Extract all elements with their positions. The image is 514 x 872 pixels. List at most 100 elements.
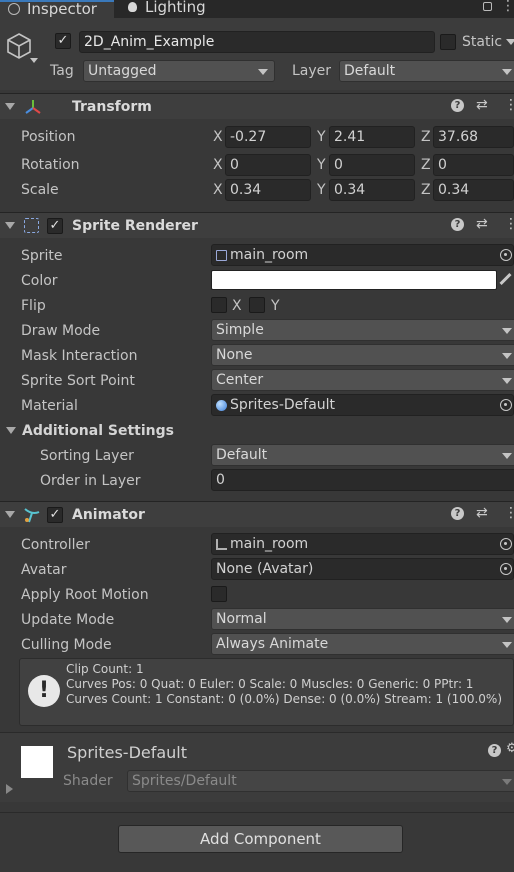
- settings-icon[interactable]: ⚙: [506, 742, 514, 755]
- sprite-sort-point-dropdown[interactable]: Center: [211, 369, 514, 391]
- context-menu-icon[interactable]: ⋮: [504, 98, 514, 112]
- rotation-y-field[interactable]: 0: [329, 154, 415, 176]
- presets-icon[interactable]: ⇄: [476, 217, 488, 231]
- sprite-asset-icon: [216, 250, 227, 261]
- additional-settings-label[interactable]: Additional Settings: [22, 424, 174, 438]
- context-menu-icon[interactable]: ⋮: [504, 217, 514, 231]
- culling-mode-value: Always Animate: [216, 636, 329, 652]
- transform-header[interactable]: Transform ? ⇄ ⋮: [0, 93, 514, 119]
- context-menu-icon[interactable]: ⋮: [504, 506, 514, 520]
- avatar-label: Avatar: [21, 562, 67, 578]
- object-picker-icon[interactable]: [500, 249, 512, 261]
- layer-dropdown[interactable]: Default: [339, 60, 514, 82]
- foldout-right-icon[interactable]: [6, 784, 13, 794]
- color-label: Color: [21, 273, 58, 289]
- chevron-down-icon: [502, 328, 512, 334]
- chevron-down-icon: [502, 617, 512, 623]
- material-object-field[interactable]: Sprites-Default: [211, 394, 514, 416]
- gameobject-cube-icon: [7, 33, 31, 59]
- transform-icon: [25, 100, 41, 114]
- chevron-down-icon: [502, 353, 512, 359]
- culling-mode-dropdown[interactable]: Always Animate: [211, 633, 514, 655]
- help-icon[interactable]: ?: [451, 218, 464, 231]
- draw-mode-dropdown[interactable]: Simple: [211, 319, 514, 341]
- lock-icon[interactable]: [483, 2, 492, 11]
- order-in-layer-field[interactable]: 0: [211, 469, 514, 491]
- rotation-z-field[interactable]: 0: [433, 154, 514, 176]
- eyedropper-icon[interactable]: [499, 272, 512, 286]
- sprite-value: main_room: [230, 247, 309, 263]
- rotation-x-field[interactable]: 0: [225, 154, 311, 176]
- scale-y-field[interactable]: 0.34: [329, 179, 415, 201]
- foldout-arrow-icon[interactable]: [5, 103, 15, 110]
- icon-dropdown-arrow[interactable]: [30, 58, 38, 63]
- draw-mode-value: Simple: [216, 322, 264, 338]
- sorting-layer-dropdown[interactable]: Default: [211, 444, 514, 466]
- shader-dropdown[interactable]: Sprites/Default: [127, 770, 514, 792]
- presets-icon[interactable]: ⇄: [476, 506, 488, 520]
- material-label: Material: [21, 398, 78, 414]
- update-mode-label: Update Mode: [21, 612, 115, 628]
- animator-info-box: ! Clip Count: 1 Curves Pos: 0 Quat: 0 Eu…: [19, 658, 514, 726]
- static-dropdown-arrow[interactable]: [506, 39, 514, 45]
- scale-x-field[interactable]: 0.34: [225, 179, 311, 201]
- tab-lighting[interactable]: Lighting: [118, 0, 218, 18]
- apply-root-motion-checkbox[interactable]: [211, 586, 227, 602]
- gameobject-header: ✓ 2D_Anim_Example Static Tag Untagged La…: [0, 18, 514, 90]
- mask-interaction-dropdown[interactable]: None: [211, 344, 514, 366]
- bulb-icon: [128, 2, 137, 12]
- additional-settings-foldout-icon[interactable]: [6, 427, 16, 434]
- draw-mode-label: Draw Mode: [21, 323, 101, 339]
- flip-y-label: Y: [271, 298, 280, 314]
- color-swatch[interactable]: [211, 270, 497, 290]
- object-picker-icon[interactable]: [500, 399, 512, 411]
- sorting-layer-value: Default: [216, 447, 268, 463]
- object-picker-icon[interactable]: [500, 563, 512, 575]
- material-preview-name: Sprites-Default: [67, 743, 188, 762]
- position-x-field[interactable]: -0.27: [225, 126, 311, 148]
- add-component-label: Add Component: [200, 830, 321, 848]
- position-z-field[interactable]: 37.68: [433, 126, 514, 148]
- tab-bar: Inspector Lighting ⋮: [0, 0, 514, 18]
- help-icon[interactable]: ?: [451, 99, 464, 112]
- update-mode-dropdown[interactable]: Normal: [211, 608, 514, 630]
- foldout-arrow-icon[interactable]: [5, 511, 15, 518]
- animator-enabled-checkbox[interactable]: ✓: [47, 507, 63, 523]
- layer-value: Default: [344, 63, 396, 79]
- flip-x-label: X: [232, 298, 242, 314]
- rotation-label: Rotation: [21, 157, 80, 173]
- object-picker-icon[interactable]: [500, 538, 512, 550]
- tag-dropdown[interactable]: Untagged: [83, 60, 275, 82]
- chevron-down-icon: [502, 378, 512, 384]
- avatar-value: None (Avatar): [216, 561, 314, 577]
- chevron-down-icon: [502, 779, 512, 785]
- controller-label: Controller: [21, 537, 90, 553]
- object-name-field[interactable]: 2D_Anim_Example: [79, 31, 435, 53]
- presets-icon[interactable]: ⇄: [476, 98, 488, 112]
- position-y-field[interactable]: 2.41: [329, 126, 415, 148]
- tab-inspector[interactable]: Inspector: [0, 0, 114, 18]
- flip-label: Flip: [21, 298, 46, 314]
- tab-lighting-label: Lighting: [145, 0, 206, 16]
- sprite-object-field[interactable]: main_room: [211, 244, 514, 266]
- sprite-renderer-header[interactable]: ✓ Sprite Renderer ? ⇄ ⋮: [0, 212, 514, 238]
- add-component-button[interactable]: Add Component: [118, 825, 403, 853]
- sorting-layer-label: Sorting Layer: [40, 448, 134, 464]
- animator-title: Animator: [72, 507, 145, 523]
- apply-root-motion-label: Apply Root Motion: [21, 587, 149, 603]
- sprite-renderer-enabled-checkbox[interactable]: ✓: [47, 218, 63, 234]
- active-checkbox[interactable]: ✓: [55, 33, 71, 49]
- static-checkbox[interactable]: [440, 34, 456, 50]
- flip-x-checkbox[interactable]: [211, 297, 227, 313]
- avatar-object-field[interactable]: None (Avatar): [211, 558, 514, 580]
- update-mode-value: Normal: [216, 611, 267, 627]
- more-menu-icon[interactable]: ⋮: [501, 0, 514, 13]
- help-icon[interactable]: ?: [451, 507, 464, 520]
- controller-object-field[interactable]: main_room: [211, 533, 514, 555]
- help-icon[interactable]: ?: [488, 744, 501, 757]
- flip-y-checkbox[interactable]: [249, 297, 265, 313]
- animator-header[interactable]: ✓ Animator ? ⇄ ⋮: [0, 501, 514, 527]
- info-clip-count: Clip Count: 1: [66, 662, 144, 676]
- scale-z-field[interactable]: 0.34: [433, 179, 514, 201]
- foldout-arrow-icon[interactable]: [5, 222, 15, 229]
